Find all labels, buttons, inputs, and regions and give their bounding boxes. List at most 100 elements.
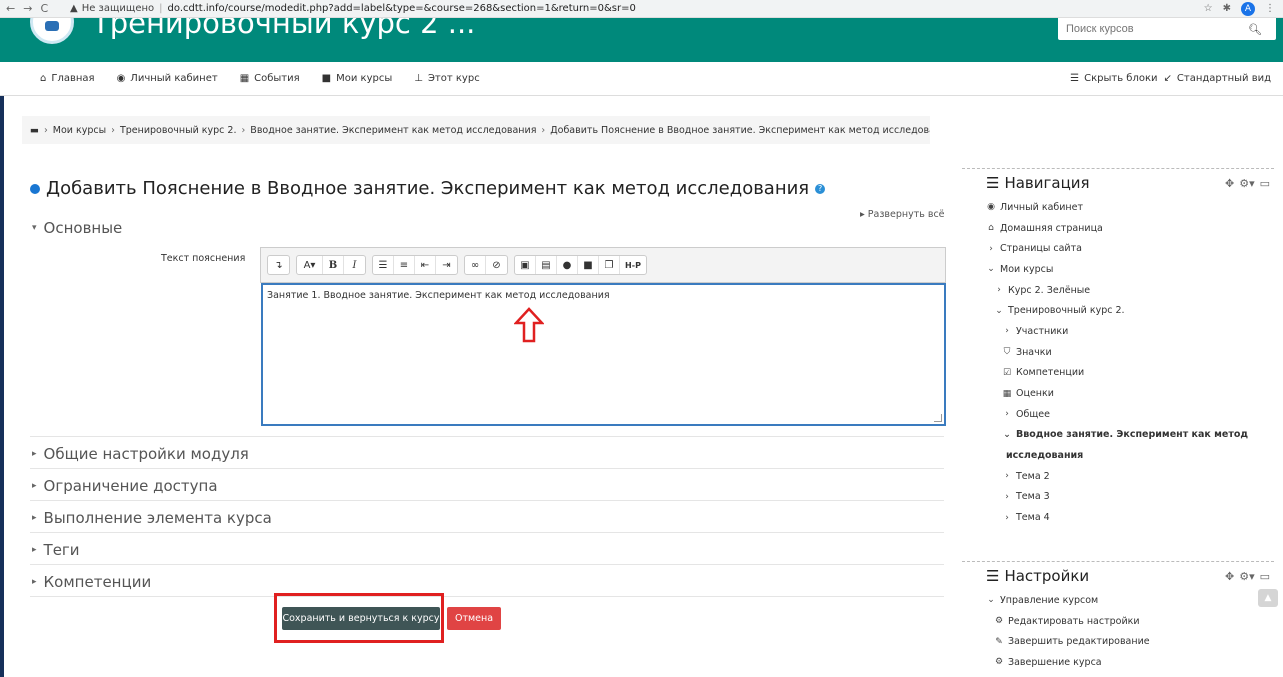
numbered-list-icon[interactable]: ≡ — [394, 256, 415, 274]
h5p-icon[interactable]: H-P — [620, 256, 646, 274]
navigation-item[interactable]: ◉ Личный кабинет — [962, 197, 1274, 218]
section-activity-completion[interactable]: ▸ Выполнение элемента курса — [32, 509, 272, 527]
move-icon[interactable]: ✥ — [1225, 570, 1234, 583]
toolbar-toggle-icon[interactable]: ↴ — [268, 256, 289, 274]
navigation-item[interactable]: исследования — [962, 445, 1274, 466]
paragraph-style-icon[interactable]: A▾ — [297, 256, 323, 274]
navigation-item[interactable]: ▦ Оценки — [962, 383, 1274, 404]
menu-icon[interactable]: ⋮ — [1265, 3, 1275, 14]
nav-dashboard[interactable]: ◉ Личный кабинет — [117, 73, 218, 84]
caret-right-icon: ▸ — [32, 481, 37, 491]
settings-item[interactable]: ⌄ Управление курсом — [962, 590, 1274, 611]
gear-icon[interactable]: ⚙▾ — [1239, 177, 1254, 190]
toolbar-group-format: A▾ B I — [296, 255, 366, 275]
site-title[interactable]: Тренировочный курс 2 ... — [92, 18, 475, 40]
microphone-icon[interactable]: ● — [557, 256, 578, 274]
navigation-item[interactable]: › Курс 2. Зелёные — [962, 280, 1274, 301]
navigation-item[interactable]: › Тема 2 — [962, 466, 1274, 487]
indent-icon[interactable]: ⇥ — [436, 256, 457, 274]
settings-tree: ⌄ Управление курсом ⚙ Редактировать настрой… — [962, 590, 1274, 673]
expand-all-link[interactable]: ▸ Развернуть всё — [860, 209, 945, 220]
breadcrumb: ▬ › Мои курсы › Тренировочный курс 2. › … — [22, 116, 930, 144]
label-module-icon — [30, 183, 40, 194]
table-icon: ▦ — [1002, 388, 1012, 399]
navigation-item[interactable]: › Страницы сайта — [962, 238, 1274, 259]
standard-view-button[interactable]: ↙ Стандартный вид — [1164, 73, 1272, 84]
settings-item[interactable]: ⚙ Завершение курса — [962, 652, 1274, 673]
address-bar[interactable]: do.cdtt.info/course/modedit.php?add=labe… — [168, 3, 636, 14]
section-competencies[interactable]: ▸ Компетенции — [32, 573, 151, 591]
scroll-up-icon[interactable]: ▲ — [1258, 589, 1278, 607]
forward-icon[interactable]: → — [23, 2, 32, 15]
section-common-settings-label: Общие настройки модуля — [43, 445, 249, 463]
media-icon[interactable]: ▤ — [536, 256, 557, 274]
search-input[interactable] — [1058, 23, 1248, 35]
navigation-item[interactable]: › Тема 4 — [962, 507, 1274, 528]
dock-icon[interactable]: ▭ — [1260, 177, 1270, 190]
block-controls: ✥ ⚙▾ ▭ — [1225, 177, 1270, 190]
navigation-item[interactable]: › Тема 3 — [962, 487, 1274, 508]
section-access-restrictions[interactable]: ▸ Ограничение доступа — [32, 477, 218, 495]
reload-icon[interactable]: C — [40, 2, 48, 15]
navigation-item[interactable]: ⌄ Тренировочный курс 2. — [962, 300, 1274, 321]
section-common-settings[interactable]: ▸ Общие настройки модуля — [32, 445, 249, 463]
avatar[interactable]: A — [1241, 1, 1255, 16]
compress-icon: ↙ — [1163, 73, 1172, 84]
section-tags[interactable]: ▸ Теги — [32, 541, 80, 559]
folder-icon[interactable]: ▬ — [30, 125, 39, 136]
save-and-return-button[interactable]: Сохранить и вернуться к курсу — [282, 607, 440, 630]
outdent-icon[interactable]: ⇤ — [415, 256, 436, 274]
top-nav-links: ⌂ Главная ◉ Личный кабинет ▦ События ■ Мои к… — [0, 73, 480, 84]
help-icon[interactable]: ? — [815, 183, 826, 194]
section-divider — [30, 500, 944, 501]
navigation-item[interactable]: ☑ Компетенции — [962, 363, 1274, 384]
chevron-down-icon: ⌄ — [1003, 429, 1011, 440]
nav-this-course[interactable]: ⊥ Этот курс — [414, 73, 479, 84]
breadcrumb-item-my-courses[interactable]: Мои курсы — [53, 125, 106, 136]
copy-icon[interactable]: ❐ — [599, 256, 620, 274]
link-icon[interactable]: ∞ — [465, 256, 486, 274]
navigation-item[interactable]: ⌂ Домашняя страница — [962, 218, 1274, 239]
section-general[interactable]: ▾ Основные — [32, 219, 122, 237]
back-icon[interactable]: ← — [6, 2, 15, 15]
bullet-list-icon[interactable]: ☰ — [373, 256, 394, 274]
warning-icon: ▲ — [70, 3, 78, 14]
breadcrumb-item-section[interactable]: Вводное занятие. Эксперимент как метод и… — [250, 125, 536, 136]
nav-home[interactable]: ⌂ Главная — [40, 73, 95, 84]
breadcrumb-item-course[interactable]: Тренировочный курс 2. — [120, 125, 237, 136]
navigation-item[interactable]: ⌄ Мои курсы — [962, 259, 1274, 280]
site-logo-icon[interactable] — [30, 18, 74, 44]
navigation-item[interactable]: ⛉ Значки — [962, 342, 1274, 363]
nav-events[interactable]: ▦ События — [240, 73, 300, 84]
bold-icon[interactable]: B — [323, 256, 344, 274]
italic-icon[interactable]: I — [344, 256, 365, 274]
settings-title-text: Настройки — [1004, 567, 1090, 585]
settings-item[interactable]: ⚙ Редактировать настройки — [962, 611, 1274, 632]
navigation-item[interactable]: › Участники — [962, 321, 1274, 342]
unlink-icon[interactable]: ⊘ — [486, 256, 507, 274]
top-nav-tools: ☰ Скрыть блоки ↙ Стандартный вид — [1070, 73, 1283, 84]
caret-right-icon: ▸ — [32, 577, 37, 587]
navigation-item-label: Тема 3 — [1016, 491, 1050, 503]
navigation-item[interactable]: › Общее — [962, 404, 1274, 425]
image-icon[interactable]: ▣ — [515, 256, 536, 274]
video-icon[interactable]: ■ — [578, 256, 599, 274]
breadcrumb-separator: › — [43, 124, 48, 136]
shield-icon: ⛉ — [1003, 347, 1011, 358]
nav-this-course-label: Этот курс — [427, 73, 480, 84]
search-icon[interactable]: 🔍︎ — [1248, 23, 1268, 36]
navigation-item[interactable]: ⌄ Вводное занятие. Эксперимент как метод — [962, 425, 1274, 446]
editor-content: Занятие 1. Вводное занятие. Эксперимент … — [267, 290, 610, 301]
cancel-button[interactable]: Отмена — [447, 607, 501, 630]
move-icon[interactable]: ✥ — [1225, 177, 1234, 190]
extension-icon[interactable]: ✱ — [1223, 3, 1231, 14]
nav-my-courses[interactable]: ■ Мои курсы — [322, 73, 393, 84]
hide-blocks-button[interactable]: ☰ Скрыть блоки — [1070, 73, 1157, 84]
star-icon[interactable]: ☆ — [1204, 3, 1213, 14]
editor-textarea[interactable]: Занятие 1. Вводное занятие. Эксперимент … — [261, 283, 946, 426]
resize-handle-icon[interactable] — [934, 414, 942, 422]
navigation-item-label: Общее — [1016, 408, 1050, 420]
dock-icon[interactable]: ▭ — [1260, 570, 1270, 583]
settings-item[interactable]: ✎ Завершить редактирование — [962, 631, 1274, 652]
gear-icon[interactable]: ⚙▾ — [1239, 570, 1254, 583]
